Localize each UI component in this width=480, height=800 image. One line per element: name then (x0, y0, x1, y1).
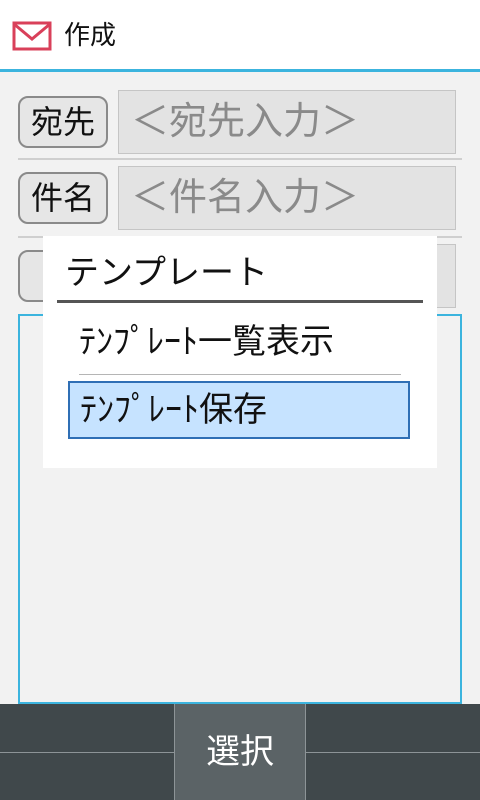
select-button[interactable]: 選択 (174, 704, 306, 800)
template-save-option[interactable]: ﾃﾝﾌﾟﾚｰﾄ保存 (68, 381, 410, 439)
bottom-divider-right (306, 752, 480, 753)
row-divider (18, 158, 462, 160)
template-popup: テンプレート ﾃﾝﾌﾟﾚｰﾄ一覧表示 ﾃﾝﾌﾟﾚｰﾄ保存 (43, 236, 437, 468)
title-divider (0, 69, 480, 72)
template-list-option[interactable]: ﾃﾝﾌﾟﾚｰﾄ一覧表示 (79, 320, 334, 364)
popup-title-divider (57, 300, 423, 303)
page-title: 作成 (64, 21, 117, 51)
subject-label-button[interactable]: 件名 (18, 172, 108, 224)
bottom-divider-left (0, 752, 174, 753)
subject-input[interactable]: ＜件名入力＞ (118, 166, 456, 230)
bottom-bar: 選択 (0, 704, 480, 800)
to-input[interactable]: ＜宛先入力＞ (118, 90, 456, 154)
to-label-button[interactable]: 宛先 (18, 96, 108, 148)
title-bar: 作成 (0, 0, 480, 70)
option-divider (79, 374, 401, 375)
mail-icon (12, 21, 52, 51)
popup-title: テンプレート (65, 253, 268, 293)
